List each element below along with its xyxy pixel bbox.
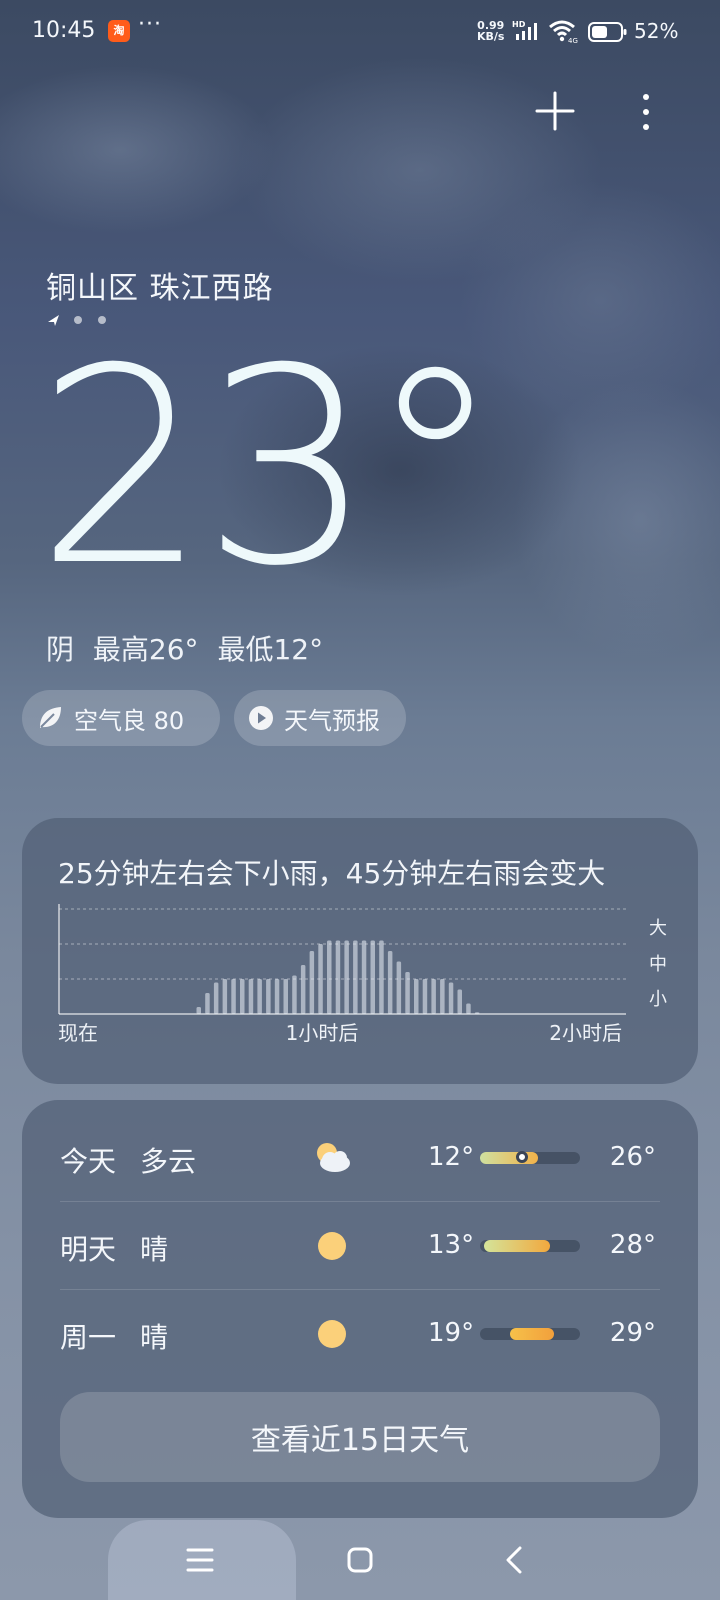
day-condition: 晴 xyxy=(140,1233,169,1266)
leaf-icon xyxy=(40,707,61,728)
current-temp-marker xyxy=(516,1151,528,1163)
location-name[interactable]: 铜山区 珠江西路 xyxy=(46,263,274,307)
sun-icon xyxy=(318,1232,346,1260)
weather-summary: 阴 最高26° 最低12° xyxy=(46,628,333,668)
view-15-day-forecast-button[interactable]: 查看近15日天气 xyxy=(60,1392,660,1482)
svg-text:4G: 4G xyxy=(568,37,578,44)
precipitation-bar xyxy=(448,982,454,1014)
precipitation-bar xyxy=(318,944,323,1014)
daily-forecast-card: 今天 多云 12° 26° 明天 晴 13° 28° 周一 晴 19° 29° … xyxy=(22,1100,698,1518)
current-condition: 阴 xyxy=(46,633,75,666)
precipitation-chart: 大 中 小 现在 1小时后 2小时后 xyxy=(58,904,667,1045)
day-name: 周一 xyxy=(60,1321,117,1354)
precipitation-bar xyxy=(431,979,436,1014)
day-high-temp: 28° xyxy=(609,1230,656,1260)
precipitation-bar xyxy=(370,940,375,1014)
precipitation-bar xyxy=(327,940,332,1014)
home-icon[interactable] xyxy=(340,1540,380,1580)
temperature-range-bar xyxy=(480,1240,580,1252)
more-notifications-icon: ··· xyxy=(138,12,162,37)
precipitation-card[interactable]: 25分钟左右会下小雨，45分钟左右雨会变大 大 中 小 现在 1小时后 2小时后 xyxy=(22,818,698,1084)
low-temperature: 最低12° xyxy=(217,633,324,666)
status-time: 10:45 xyxy=(32,18,96,43)
more-options-icon[interactable] xyxy=(634,90,658,134)
level-label-moderate: 中 xyxy=(649,954,667,975)
day-low-temp: 13° xyxy=(428,1230,475,1260)
high-temperature: 最高26° xyxy=(92,633,199,666)
temperature-range-fill xyxy=(510,1328,554,1340)
precipitation-bar xyxy=(196,1007,201,1014)
temperature-range-fill xyxy=(484,1240,550,1252)
precipitation-bar xyxy=(335,940,341,1014)
precipitation-bar xyxy=(309,951,315,1014)
precipitation-bar xyxy=(379,940,384,1014)
precipitation-bar xyxy=(405,972,410,1014)
play-icon xyxy=(249,706,273,730)
precipitation-bar xyxy=(396,961,402,1014)
day-high-temp: 26° xyxy=(609,1142,656,1172)
day-high-temp: 29° xyxy=(609,1318,656,1348)
level-label-heavy: 大 xyxy=(649,918,667,939)
forecast-video-chip[interactable]: 天气预报 xyxy=(234,690,406,746)
precipitation-bar xyxy=(300,965,306,1014)
precipitation-title: 25分钟左右会下小雨，45分钟左右雨会变大 xyxy=(58,857,606,890)
battery-percent: 52% xyxy=(634,19,679,43)
precipitation-bar xyxy=(213,982,219,1014)
day-row-today[interactable]: 今天 多云 12° 26° xyxy=(60,1114,660,1202)
air-quality-chip[interactable]: 空气良 80 xyxy=(22,690,220,746)
status-bar: 10:45 淘 ··· 0.99 KB/s HD 4G 52% xyxy=(0,0,720,64)
precipitation-bar xyxy=(440,979,445,1014)
precipitation-bar xyxy=(474,1012,480,1015)
precipitation-bar xyxy=(344,940,349,1014)
day-row-monday[interactable]: 周一 晴 19° 29° xyxy=(60,1290,660,1378)
precipitation-bar xyxy=(266,979,271,1014)
network-speed-unit: KB/s xyxy=(477,30,505,43)
precipitation-bar xyxy=(422,979,428,1014)
svg-text:HD: HD xyxy=(512,20,526,29)
precipitation-bar xyxy=(205,993,210,1014)
add-city-button[interactable] xyxy=(532,88,578,134)
precipitation-bar xyxy=(457,989,462,1014)
day-name: 今天 xyxy=(60,1145,117,1178)
back-icon[interactable] xyxy=(496,1540,536,1580)
precipitation-bar xyxy=(257,979,262,1014)
sun-icon xyxy=(318,1320,346,1348)
temperature-range-fill xyxy=(480,1152,538,1164)
day-name: 明天 xyxy=(60,1233,117,1266)
precipitation-bar xyxy=(292,975,297,1014)
day-low-temp: 19° xyxy=(428,1318,475,1348)
network-speed: 0.99 KB/s xyxy=(477,20,504,42)
current-temperature: 23° xyxy=(36,310,503,625)
menu-icon[interactable] xyxy=(180,1542,220,1578)
temperature-range-bar xyxy=(480,1328,580,1340)
level-label-light: 小 xyxy=(649,989,667,1010)
day-condition: 晴 xyxy=(140,1321,169,1354)
precipitation-bar xyxy=(274,979,280,1014)
air-quality-label: 空气良 80 xyxy=(74,706,185,735)
precipitation-bar xyxy=(353,940,358,1014)
precipitation-bar xyxy=(248,979,254,1014)
precipitation-bar xyxy=(361,940,367,1014)
x-label-1h: 1小时后 xyxy=(286,1021,359,1045)
cellular-signal-icon: HD xyxy=(512,20,537,40)
precipitation-bar xyxy=(414,979,419,1014)
wifi-icon: 4G xyxy=(549,20,578,44)
forecast-video-label: 天气预报 xyxy=(284,706,380,735)
precipitation-bar xyxy=(283,979,288,1014)
precipitation-bar xyxy=(240,979,245,1014)
day-low-temp: 12° xyxy=(428,1142,475,1172)
precipitation-bar xyxy=(466,1003,471,1014)
temperature-range-bar xyxy=(480,1151,580,1164)
x-label-2h: 2小时后 xyxy=(549,1021,622,1045)
day-condition: 多云 xyxy=(140,1145,197,1178)
precipitation-bar xyxy=(387,951,393,1014)
battery-icon xyxy=(588,22,627,42)
precipitation-bar xyxy=(222,979,228,1014)
precipitation-bar xyxy=(231,979,236,1014)
day-row-tomorrow[interactable]: 明天 晴 13° 28° xyxy=(60,1202,660,1290)
taobao-notification-icon: 淘 xyxy=(108,20,130,42)
partly-cloudy-icon xyxy=(317,1143,350,1172)
x-label-now: 现在 xyxy=(58,1021,98,1045)
